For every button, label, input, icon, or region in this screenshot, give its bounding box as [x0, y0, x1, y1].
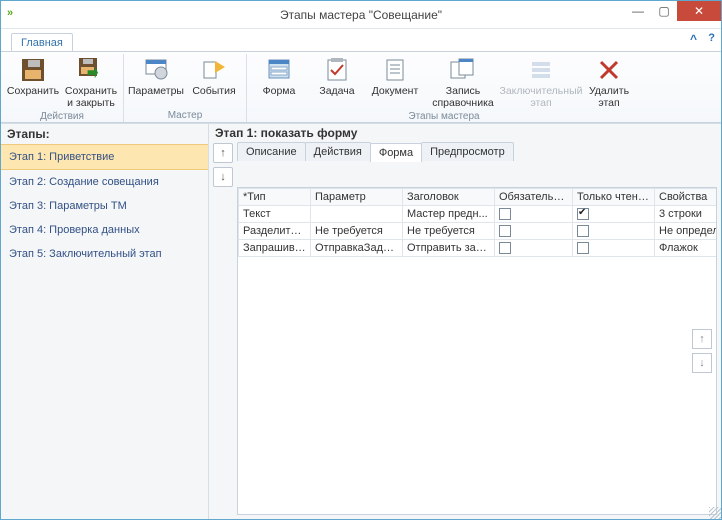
table-row[interactable]: Запрашива...ОтправкаЗадачаОтправить зад.… — [239, 240, 718, 257]
step-item-2[interactable]: Этап 2: Создание совещания — [1, 170, 208, 194]
subtab-3[interactable]: Предпросмотр — [421, 142, 514, 161]
form-label: Форма — [263, 85, 296, 97]
save-button[interactable]: Сохранить — [5, 54, 61, 99]
window-title: Этапы мастера "Совещание" — [1, 8, 721, 22]
delete-step-button[interactable]: Удалить этап — [581, 54, 637, 111]
floppy-arrow-icon — [77, 56, 105, 84]
form-icon — [265, 56, 293, 84]
save-label: Сохранить — [7, 85, 59, 97]
task-button[interactable]: Задача — [309, 54, 365, 99]
ref-entry-label: Запись справочника — [432, 85, 493, 109]
grid-header[interactable]: Параметр — [311, 189, 403, 206]
task-icon — [323, 56, 351, 84]
maximize-button[interactable]: ▢ — [651, 1, 677, 21]
subtab-1[interactable]: Действия — [305, 142, 371, 161]
steps-header: Этапы: — [1, 124, 208, 144]
checkbox[interactable] — [577, 225, 589, 237]
checkbox[interactable] — [499, 208, 511, 220]
params-button[interactable]: Параметры — [128, 54, 184, 99]
subtab-2[interactable]: Форма — [370, 143, 422, 162]
params-label: Параметры — [128, 85, 184, 97]
table-row[interactable]: ТекстМастер предн...3 строкиНе требуется — [239, 206, 718, 223]
ribbon-collapse-icon[interactable]: ^ — [690, 32, 697, 46]
move-down-button[interactable]: ↓ — [213, 167, 233, 187]
steps-panel: Этапы: Этап 1: ПриветствиеЭтап 2: Создан… — [1, 124, 209, 519]
final-step-label: Заключительный этап — [500, 85, 583, 109]
events-label: События — [192, 85, 235, 97]
grid-header[interactable]: Только чтение — [573, 189, 655, 206]
events-icon — [200, 56, 228, 84]
resize-grip[interactable] — [709, 507, 721, 519]
form-grid[interactable]: *ТипПараметрЗаголовокОбязательныйТолько … — [237, 187, 717, 515]
group-steps-label: Этапы мастера — [408, 111, 479, 123]
params-icon — [142, 56, 170, 84]
save-close-label: Сохранить и закрыть — [65, 85, 117, 109]
final-step-button: Заключительный этап — [503, 54, 579, 111]
ref-entry-button[interactable]: Запись справочника — [425, 54, 501, 111]
document-icon — [381, 56, 409, 84]
events-button[interactable]: События — [186, 54, 242, 99]
row-down-button[interactable]: ↓ — [692, 353, 712, 373]
minimize-button[interactable]: — — [625, 1, 651, 21]
move-up-button[interactable]: ↑ — [213, 143, 233, 163]
delete-icon — [595, 56, 623, 84]
checkbox[interactable] — [499, 225, 511, 237]
document-button[interactable]: Документ — [367, 54, 423, 99]
floppy-icon — [19, 56, 47, 84]
delete-step-label: Удалить этап — [589, 85, 629, 109]
close-button[interactable]: ✕ — [677, 1, 721, 21]
step-item-5[interactable]: Этап 5: Заключительный этап — [1, 242, 208, 266]
ribbon-help-icon[interactable]: ? — [708, 32, 715, 44]
titlebar: » Этапы мастера "Совещание" — ▢ ✕ — [1, 1, 721, 29]
checkbox[interactable] — [499, 242, 511, 254]
grid-header[interactable]: *Тип — [239, 189, 311, 206]
step-title: Этап 1: показать форму — [209, 124, 721, 141]
group-actions-label: Действия — [40, 111, 84, 123]
checkbox[interactable] — [577, 208, 589, 220]
form-button[interactable]: Форма — [251, 54, 307, 99]
tab-main[interactable]: Главная — [11, 33, 73, 51]
task-label: Задача — [319, 85, 354, 97]
save-close-button[interactable]: Сохранить и закрыть — [63, 54, 119, 111]
ribbon: Сохранить Сохранить и закрыть Действия П… — [1, 51, 721, 123]
table-row[interactable]: РазделительНе требуетсяНе требуетсяНе оп… — [239, 223, 718, 240]
grid-header[interactable]: Свойства — [655, 189, 718, 206]
step-item-3[interactable]: Этап 3: Параметры ТМ — [1, 194, 208, 218]
step-item-4[interactable]: Этап 4: Проверка данных — [1, 218, 208, 242]
subtab-0[interactable]: Описание — [237, 142, 306, 161]
document-label: Документ — [372, 85, 419, 97]
ref-entry-icon — [449, 56, 477, 84]
ribbon-tabs: Главная ^ ? — [1, 29, 721, 51]
checkbox[interactable] — [577, 242, 589, 254]
group-master-label: Мастер — [168, 110, 203, 122]
final-step-icon — [527, 56, 555, 84]
grid-header[interactable]: Обязательный — [495, 189, 573, 206]
step-item-1[interactable]: Этап 1: Приветствие — [1, 144, 208, 170]
row-up-button[interactable]: ↑ — [692, 329, 712, 349]
grid-header[interactable]: Заголовок — [403, 189, 495, 206]
